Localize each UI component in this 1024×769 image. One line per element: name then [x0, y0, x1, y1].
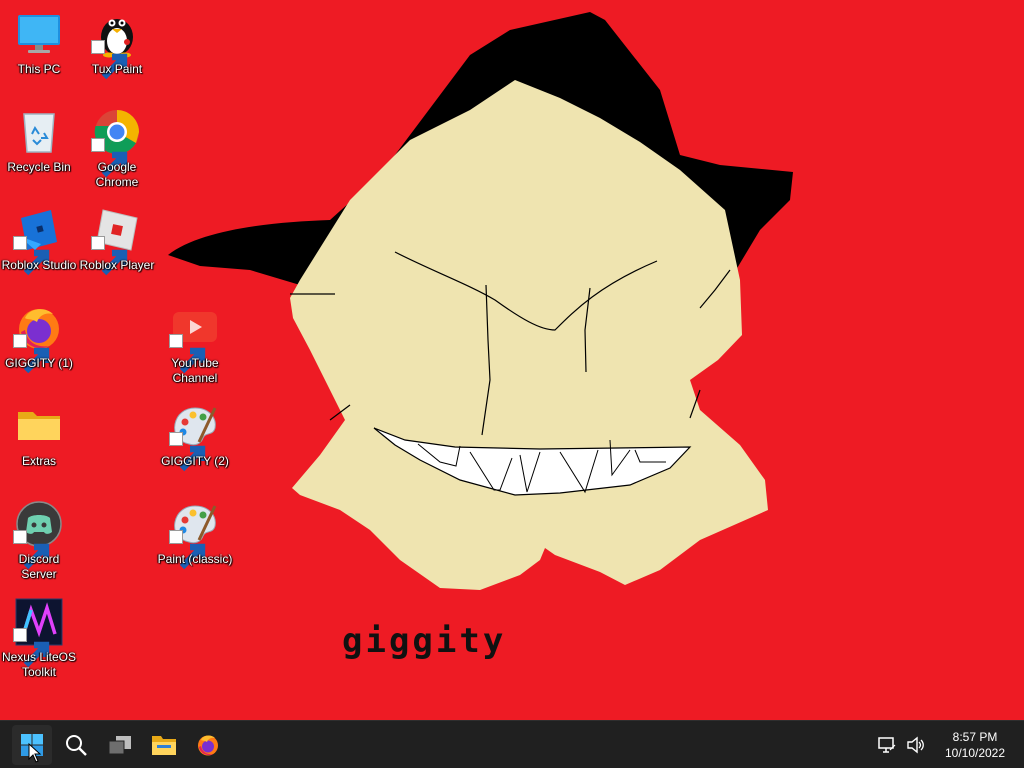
start-button[interactable]: [12, 725, 52, 765]
discord-icon: [13, 500, 63, 570]
shortcut-arrow-icon: [13, 628, 50, 668]
task-view-button[interactable]: [100, 725, 140, 765]
roblox-studio-icon: [13, 206, 63, 276]
tux-penguin-icon: [91, 10, 141, 80]
icon-giggity-1[interactable]: GIGGITY (1): [0, 304, 78, 400]
network-icon[interactable]: [874, 733, 898, 757]
icon-nexus-liteos-toolkit[interactable]: Nexus LiteOS Toolkit: [0, 598, 78, 694]
clock-time: 8:57 PM: [952, 730, 998, 744]
firefox-icon: [198, 735, 218, 756]
youtube-icon: [169, 304, 219, 374]
icon-this-pc[interactable]: This PC: [0, 10, 78, 106]
shortcut-arrow-icon: [91, 236, 128, 276]
icon-roblox-studio[interactable]: Roblox Studio: [0, 206, 78, 302]
volume-icon[interactable]: [904, 733, 928, 757]
shortcut-arrow-icon: [91, 138, 128, 178]
file-explorer-icon: [152, 736, 176, 755]
nexus-toolkit-icon: [13, 598, 63, 668]
shortcut-arrow-icon: [169, 530, 206, 570]
icon-discord-server[interactable]: Discord Server: [0, 500, 78, 596]
firefox-icon: [13, 304, 63, 374]
paint-palette-icon: [169, 402, 219, 472]
recycle-bin-icon: [15, 108, 63, 156]
search-icon: [66, 735, 87, 756]
clock-date: 10/10/2022: [944, 746, 1006, 760]
icon-paint-classic[interactable]: Paint (classic): [156, 500, 234, 596]
shortcut-arrow-icon: [13, 530, 50, 570]
shortcut-arrow-icon: [13, 334, 50, 374]
desktop[interactable]: giggity This PC Tux Paint Recycle Bin Go…: [0, 0, 1024, 720]
shortcut-arrow-icon: [169, 432, 206, 472]
taskbar: 8:57 PM 10/10/2022: [0, 720, 1024, 768]
paint-palette-icon: [169, 500, 219, 570]
icon-tux-paint[interactable]: Tux Paint: [78, 10, 156, 106]
monitor-icon: [15, 10, 63, 58]
file-explorer-button[interactable]: [144, 725, 184, 765]
icon-giggity-2[interactable]: GIGGITY (2): [156, 402, 234, 498]
firefox-taskbar-button[interactable]: [188, 725, 228, 765]
system-tray: 8:57 PM 10/10/2022: [874, 721, 1010, 769]
icon-google-chrome[interactable]: Google Chrome: [78, 108, 156, 204]
icon-youtube-channel[interactable]: YouTube Channel: [156, 304, 234, 400]
wallpaper-text: giggity: [342, 621, 506, 661]
chrome-icon: [91, 108, 141, 178]
shortcut-arrow-icon: [91, 40, 128, 80]
search-button[interactable]: [56, 725, 96, 765]
mouse-cursor-icon: [28, 743, 42, 763]
shortcut-arrow-icon: [169, 334, 206, 374]
icon-roblox-player[interactable]: Roblox Player: [78, 206, 156, 302]
clock[interactable]: 8:57 PM 10/10/2022: [940, 729, 1010, 761]
task-view-icon: [108, 736, 131, 755]
folder-icon: [15, 402, 63, 450]
icon-extras[interactable]: Extras: [0, 402, 78, 498]
roblox-player-icon: [91, 206, 141, 276]
icon-recycle-bin[interactable]: Recycle Bin: [0, 108, 78, 204]
shortcut-arrow-icon: [13, 236, 50, 276]
